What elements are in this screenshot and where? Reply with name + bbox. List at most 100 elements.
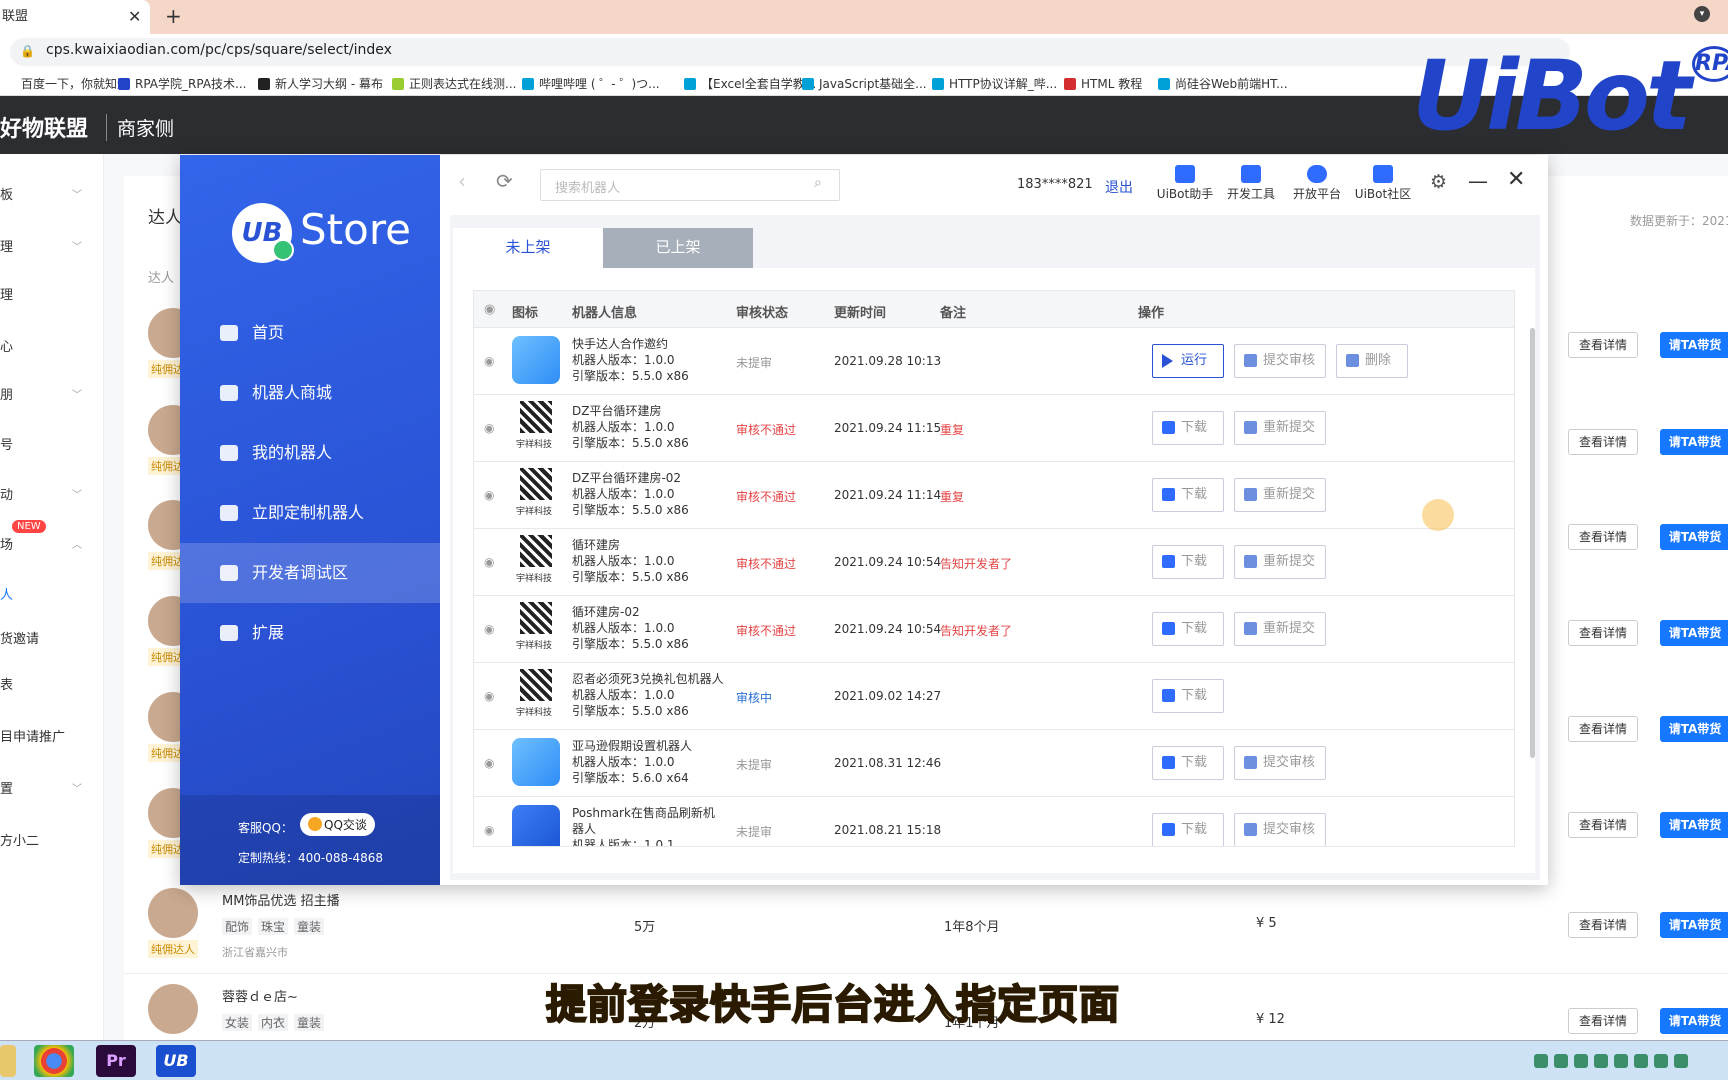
settings-gear-icon[interactable]: ⚙	[1430, 171, 1447, 193]
detail-button[interactable]: 查看详情	[1568, 812, 1638, 838]
op-button-下载[interactable]: 下载	[1152, 813, 1224, 846]
premiere-taskbar-icon[interactable]: Pr	[96, 1045, 136, 1077]
tab-search-icon[interactable]: ▾	[1694, 6, 1710, 22]
new-tab-button[interactable]: +	[165, 4, 182, 28]
op-button-下载[interactable]: 下载	[1152, 612, 1224, 646]
site-sidebar-item[interactable]: 场	[0, 534, 13, 553]
bookmark-item[interactable]: 百度一下，你就知道	[4, 75, 129, 92]
explorer-taskbar-icon[interactable]	[0, 1045, 16, 1077]
bookmark-item[interactable]: HTTP协议详解_哔...	[932, 75, 1057, 92]
op-button-删除[interactable]: 删除	[1336, 344, 1408, 378]
tool-3[interactable]: UiBot社区	[1353, 165, 1413, 202]
site-sidebar-item[interactable]: 方小二	[0, 830, 39, 849]
detail-button[interactable]: 查看详情	[1568, 429, 1638, 455]
tab-unlisted[interactable]: 未上架	[453, 228, 603, 268]
invite-button[interactable]: 请TA带货	[1660, 812, 1728, 838]
chevron-down-icon[interactable]: ﹀	[72, 780, 82, 795]
site-sidebar-item[interactable]: 人	[0, 584, 13, 603]
tray-icon[interactable]	[1674, 1053, 1688, 1068]
nav-item-1[interactable]: 机器人商城	[180, 363, 440, 423]
eye-icon[interactable]: ◉	[484, 488, 494, 502]
eye-icon[interactable]: ◉	[484, 756, 494, 770]
tool-1[interactable]: 开发工具	[1221, 165, 1281, 202]
nav-item-0[interactable]: 首页	[180, 303, 440, 363]
tray-icon[interactable]	[1534, 1053, 1548, 1068]
nav-item-2[interactable]: 我的机器人	[180, 423, 440, 483]
close-icon[interactable]: ✕	[1507, 167, 1525, 192]
minimize-icon[interactable]: —	[1468, 169, 1488, 193]
site-sidebar-item[interactable]: 动	[0, 484, 13, 503]
nav-item-4[interactable]: 开发者调试区	[180, 543, 440, 603]
site-sidebar-item[interactable]: 朋	[0, 384, 13, 403]
op-button-重新提交[interactable]: 重新提交	[1234, 411, 1326, 445]
nav-item-5[interactable]: 扩展	[180, 603, 440, 663]
site-sidebar-item[interactable]: 板	[0, 184, 13, 203]
detail-button[interactable]: 查看详情	[1568, 332, 1638, 358]
op-button-运行[interactable]: 运行	[1152, 344, 1224, 378]
invite-button[interactable]: 请TA带货	[1660, 912, 1728, 938]
site-sidebar-item[interactable]: 置	[0, 778, 13, 797]
tray-icon[interactable]	[1594, 1053, 1608, 1068]
logout-link[interactable]: 退出	[1105, 177, 1133, 197]
bookmark-item[interactable]: 哔哩哔哩 ( ゜- ゜)つ...	[522, 75, 660, 92]
detail-button[interactable]: 查看详情	[1568, 1008, 1638, 1034]
invite-button[interactable]: 请TA带货	[1660, 716, 1728, 742]
eye-icon[interactable]: ◉	[484, 622, 494, 636]
daren-name[interactable]: MM饰品优选 招主播	[222, 890, 340, 909]
bookmark-item[interactable]: 新人学习大纲 - 幕布	[258, 75, 383, 92]
invite-button[interactable]: 请TA带货	[1660, 429, 1728, 455]
bookmark-item[interactable]: 正则表达式在线测...	[392, 75, 516, 92]
detail-button[interactable]: 查看详情	[1568, 524, 1638, 550]
bookmark-item[interactable]: RPA学院_RPA技术...	[118, 75, 246, 92]
table-scrollbar[interactable]	[1530, 328, 1535, 758]
op-button-重新提交[interactable]: 重新提交	[1234, 612, 1326, 646]
invite-button[interactable]: 请TA带货	[1660, 332, 1728, 358]
eye-icon[interactable]: ◉	[484, 555, 494, 569]
tray-icon[interactable]	[1574, 1053, 1588, 1068]
uibot-taskbar-icon[interactable]: UB	[156, 1045, 196, 1077]
chevron-down-icon[interactable]: ﹀	[72, 386, 82, 401]
site-sidebar-item[interactable]: 心	[0, 336, 13, 355]
tray-icon[interactable]	[1654, 1053, 1668, 1068]
op-button-下载[interactable]: 下载	[1152, 545, 1224, 579]
op-button-下载[interactable]: 下载	[1152, 746, 1224, 780]
detail-button[interactable]: 查看详情	[1568, 912, 1638, 938]
op-button-重新提交[interactable]: 重新提交	[1234, 478, 1326, 512]
site-sidebar-item[interactable]: 货邀请	[0, 628, 39, 647]
site-sidebar-item[interactable]: 理	[0, 284, 13, 303]
eye-icon[interactable]: ◉	[484, 689, 494, 703]
back-arrow-icon[interactable]: ‹	[458, 169, 466, 193]
chevron-down-icon[interactable]: ﹀	[72, 186, 82, 201]
detail-button[interactable]: 查看详情	[1568, 620, 1638, 646]
op-button-重新提交[interactable]: 重新提交	[1234, 545, 1326, 579]
lock-icon[interactable]: 🔒	[20, 44, 35, 58]
op-button-下载[interactable]: 下载	[1152, 478, 1224, 512]
chevron-down-icon[interactable]: ﹀	[72, 486, 82, 501]
invite-button[interactable]: 请TA带货	[1660, 1008, 1728, 1034]
bookmark-item[interactable]: JavaScript基础全...	[802, 75, 927, 92]
chrome-taskbar-icon[interactable]	[34, 1045, 74, 1077]
op-button-提交审核[interactable]: 提交审核	[1234, 344, 1326, 378]
tool-0[interactable]: UiBot助手	[1155, 165, 1215, 202]
eye-icon[interactable]: ◉	[484, 354, 494, 368]
invite-button[interactable]: 请TA带货	[1660, 620, 1728, 646]
bookmark-item[interactable]: 尚硅谷Web前端HT...	[1158, 75, 1288, 92]
bookmark-item[interactable]: 【Excel全套自学教...	[684, 75, 816, 92]
search-icon[interactable]: ⌕	[814, 175, 822, 191]
site-sidebar-item[interactable]: 理	[0, 236, 13, 255]
nav-item-3[interactable]: 立即定制机器人	[180, 483, 440, 543]
tab-close-icon[interactable]: ✕	[128, 7, 141, 26]
tray-icon[interactable]	[1634, 1053, 1648, 1068]
site-sidebar-item[interactable]: 目申请推广	[0, 726, 65, 745]
refresh-icon[interactable]: ⟳	[496, 169, 513, 193]
op-button-下载[interactable]: 下载	[1152, 679, 1224, 713]
tab-listed[interactable]: 已上架	[603, 228, 753, 268]
op-button-下载[interactable]: 下载	[1152, 411, 1224, 445]
op-button-提交审核[interactable]: 提交审核	[1234, 746, 1326, 780]
chevron-down-icon[interactable]: ︿	[72, 536, 82, 551]
invite-button[interactable]: 请TA带货	[1660, 524, 1728, 550]
detail-button[interactable]: 查看详情	[1568, 716, 1638, 742]
chevron-down-icon[interactable]: ﹀	[72, 238, 82, 253]
daren-name[interactable]: 蓉蓉ｄｅ店~	[222, 986, 298, 1005]
tray-icon[interactable]	[1554, 1053, 1568, 1068]
